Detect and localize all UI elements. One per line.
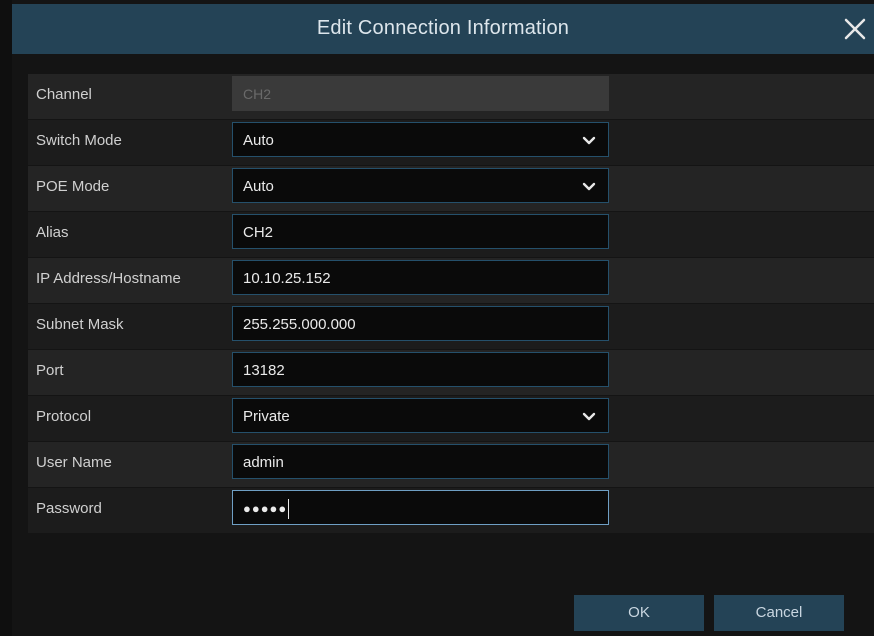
- row-user-name: User Name admin: [28, 442, 874, 488]
- chevron-down-icon: [582, 410, 596, 424]
- user-name-input[interactable]: admin: [232, 444, 609, 479]
- row-protocol: Protocol Private: [28, 396, 874, 442]
- ip-address-label: IP Address/Hostname: [36, 270, 181, 287]
- row-channel: Channel CH2: [28, 74, 874, 120]
- row-switch-mode: Switch Mode Auto: [28, 120, 874, 166]
- row-poe-mode: POE Mode Auto: [28, 166, 874, 212]
- switch-mode-select[interactable]: Auto: [232, 122, 609, 157]
- port-label: Port: [36, 362, 64, 379]
- row-subnet-mask: Subnet Mask 255.255.000.000: [28, 304, 874, 350]
- row-port: Port 13182: [28, 350, 874, 396]
- dialog-titlebar: Edit Connection Information: [12, 4, 874, 54]
- cancel-button[interactable]: Cancel: [714, 595, 844, 631]
- channel-field: CH2: [232, 76, 609, 111]
- row-alias: Alias CH2: [28, 212, 874, 258]
- poe-mode-value: Auto: [243, 178, 274, 195]
- close-button[interactable]: [840, 14, 870, 44]
- channel-label: Channel: [36, 86, 92, 103]
- dialog-title: Edit Connection Information: [316, 17, 570, 39]
- switch-mode-value: Auto: [243, 132, 274, 149]
- row-ip-address: IP Address/Hostname 10.10.25.152: [28, 258, 874, 304]
- chevron-down-icon: [582, 180, 596, 194]
- subnet-mask-label: Subnet Mask: [36, 316, 124, 333]
- switch-mode-label: Switch Mode: [36, 132, 122, 149]
- poe-mode-label: POE Mode: [36, 178, 110, 195]
- protocol-value: Private: [243, 408, 290, 425]
- user-name-label: User Name: [36, 454, 112, 471]
- password-input[interactable]: ●●●●●: [232, 490, 609, 525]
- subnet-mask-input[interactable]: 255.255.000.000: [232, 306, 609, 341]
- row-password: Password ●●●●●: [28, 488, 874, 534]
- edit-connection-dialog: Edit Connection Information Channel CH2 …: [12, 0, 874, 636]
- chevron-down-icon: [582, 134, 596, 148]
- protocol-label: Protocol: [36, 408, 92, 425]
- connection-form: Channel CH2 Switch Mode Auto POE Mode Au…: [28, 74, 874, 534]
- port-input[interactable]: 13182: [232, 352, 609, 387]
- text-caret: [288, 499, 290, 520]
- close-icon: [844, 18, 866, 40]
- ok-button[interactable]: OK: [574, 595, 704, 631]
- alias-label: Alias: [36, 224, 69, 241]
- protocol-select[interactable]: Private: [232, 398, 609, 433]
- poe-mode-select[interactable]: Auto: [232, 168, 609, 203]
- password-mask: ●●●●●: [243, 501, 288, 516]
- ip-address-input[interactable]: 10.10.25.152: [232, 260, 609, 295]
- password-label: Password: [36, 500, 102, 517]
- alias-input[interactable]: CH2: [232, 214, 609, 249]
